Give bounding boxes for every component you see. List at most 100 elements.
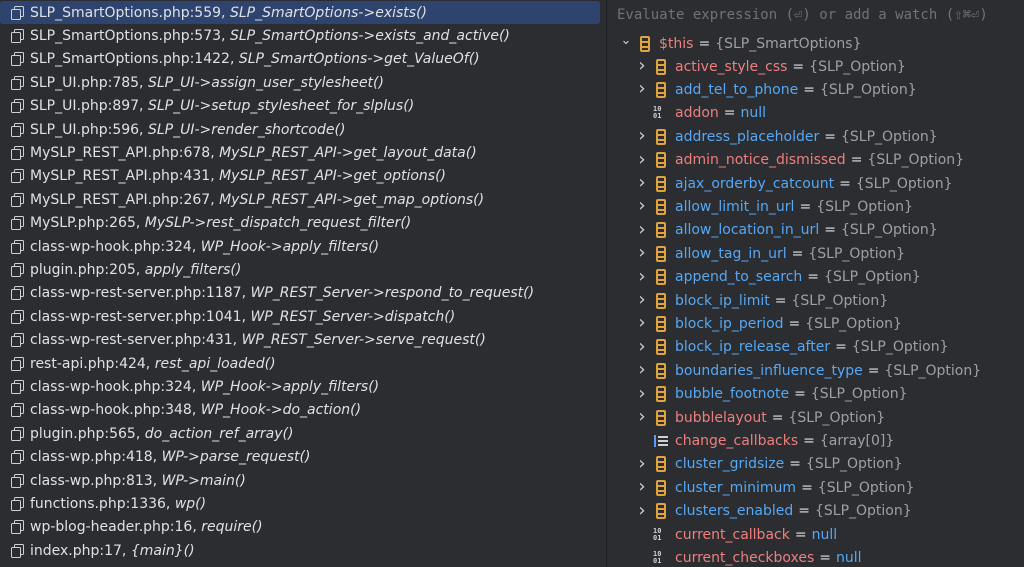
variable-name: block_ip_release_after [675, 339, 831, 356]
object-icon [656, 362, 666, 379]
chevron-right-icon[interactable]: › [635, 242, 649, 263]
variable-row[interactable]: › cluster_gridsize = {SLP_Option} [635, 453, 902, 476]
object-icon [656, 339, 666, 356]
chevron-right-icon[interactable]: › [635, 359, 649, 380]
variable-row[interactable]: › append_to_search = {SLP_Option} [635, 266, 920, 289]
chevron-right-icon[interactable]: › [635, 266, 649, 287]
stack-frame[interactable]: SLP_UI.php:897, SLP_UI->setup_stylesheet… [0, 95, 600, 118]
chevron-right-icon[interactable]: › [635, 55, 649, 76]
variable-row[interactable]: 10 01 current_checkboxes = null [635, 546, 862, 567]
variable-row[interactable]: › add_tel_to_phone = {SLP_Option} [635, 78, 916, 101]
variable-name: bubble_footnote [675, 386, 790, 403]
variable-row[interactable]: › cluster_minimum = {SLP_Option} [635, 476, 914, 499]
frame-file-location: MySLP_REST_API.php:678, [30, 144, 215, 161]
stack-frame[interactable]: MySLP_REST_API.php:678, MySLP_REST_API->… [0, 141, 600, 164]
equals-sign: = [798, 503, 810, 520]
variable-row[interactable]: › block_ip_release_after = {SLP_Option} [635, 336, 949, 359]
frame-file-location: SLP_SmartOptions.php:559, [30, 4, 226, 21]
frame-function-name: WP->main() [161, 472, 246, 489]
variables-panel: Evaluate expression (⏎) or add a watch (… [607, 0, 1024, 567]
variable-row[interactable]: › active_style_css = {SLP_Option} [635, 55, 905, 78]
object-icon [656, 292, 666, 309]
evaluate-expression-input[interactable]: Evaluate expression (⏎) or add a watch (… [607, 0, 1024, 30]
variable-value: null [811, 526, 838, 543]
chevron-right-icon[interactable]: › [635, 149, 649, 170]
chevron-right-icon[interactable]: › [635, 383, 649, 404]
stack-frame[interactable]: SLP_SmartOptions.php:1422, SLP_SmartOpti… [0, 48, 600, 71]
equals-sign: = [824, 222, 836, 239]
variable-row[interactable]: 10 01 current_callback = null [635, 523, 837, 546]
call-stack-panel: SLP_SmartOptions.php:559, SLP_SmartOptio… [0, 0, 606, 567]
frame-file-location: class-wp.php:418, [30, 449, 158, 466]
stack-frame[interactable]: class-wp.php:418, WP->parse_request() [0, 446, 600, 469]
equals-sign: = [850, 152, 863, 169]
equals-sign: = [774, 292, 787, 309]
chevron-right-icon[interactable]: › [635, 500, 649, 521]
variable-row[interactable]: › ajax_orderby_catcount = {SLP_Option} [635, 172, 952, 195]
stack-frame[interactable]: index.php:17, {main}() [0, 539, 600, 562]
frame-function-name: WP_REST_Server->dispatch() [250, 308, 456, 325]
variable-row[interactable]: › bubble_footnote = {SLP_Option} [635, 383, 907, 406]
chevron-right-icon[interactable]: › [635, 172, 649, 193]
chevron-right-icon[interactable]: › [635, 289, 649, 310]
stack-frame[interactable]: plugin.php:565, do_action_ref_array() [0, 422, 600, 445]
variable-name: append_to_search [675, 269, 803, 286]
frame-file-location: MySLP_REST_API.php:267, [30, 191, 215, 208]
variable-row[interactable]: › allow_location_in_url = {SLP_Option} [635, 219, 937, 242]
frame-function-name: wp() [174, 495, 207, 512]
variable-row[interactable]: change_callbacks = {array[0]} [635, 429, 894, 452]
chevron-right-icon[interactable]: › [635, 312, 649, 333]
equals-sign: = [803, 81, 815, 98]
chevron-right-icon[interactable]: › [635, 336, 649, 357]
chevron-right-icon[interactable]: › [635, 406, 649, 427]
stack-frame[interactable]: class-wp-hook.php:324, WP_Hook->apply_fi… [0, 375, 600, 398]
stack-frame[interactable]: class-wp-rest-server.php:1041, WP_REST_S… [0, 305, 600, 328]
object-icon [656, 81, 666, 98]
chevron-right-icon[interactable]: › [635, 195, 649, 216]
chevron-right-icon[interactable]: › [635, 78, 649, 99]
frame-function-name: SLP_SmartOptions->get_ValueOf() [238, 51, 480, 68]
stack-frame[interactable]: rest-api.php:424, rest_api_loaded() [0, 352, 600, 375]
stack-frame[interactable]: class-wp-hook.php:324, WP_Hook->apply_fi… [0, 235, 600, 258]
equals-sign: = [819, 549, 832, 566]
equals-sign: = [835, 339, 847, 356]
frame-icon [10, 356, 24, 371]
stack-frame[interactable]: MySLP.php:265, MySLP->rest_dispatch_requ… [0, 212, 600, 235]
stack-frame[interactable]: wp-blog-header.php:16, require() [0, 516, 600, 539]
stack-frame[interactable]: SLP_SmartOptions.php:559, SLP_SmartOptio… [0, 1, 600, 24]
stack-frame[interactable]: class-wp.php:813, WP->main() [0, 469, 600, 492]
frame-file-location: MySLP_REST_API.php:431, [30, 168, 215, 185]
stack-frame[interactable]: MySLP_REST_API.php:431, MySLP_REST_API->… [0, 165, 600, 188]
variable-row[interactable]: › block_ip_period = {SLP_Option} [635, 312, 902, 335]
variable-row[interactable]: › admin_notice_dismissed = {SLP_Option} [635, 149, 964, 172]
frame-icon [10, 122, 24, 137]
stack-frame[interactable]: SLP_UI.php:596, SLP_UI->render_shortcode… [0, 118, 600, 141]
stack-frame[interactable]: SLP_SmartOptions.php:573, SLP_SmartOptio… [0, 24, 600, 47]
stack-frame[interactable]: class-wp-rest-server.php:1187, WP_REST_S… [0, 282, 600, 305]
variable-row[interactable]: 10 01 addon = null [635, 102, 766, 125]
variable-row[interactable]: › boundaries_influence_type = {SLP_Option} [635, 359, 981, 382]
frame-icon [10, 28, 24, 43]
variable-row[interactable]: › allow_tag_in_url = {SLP_Option} [635, 242, 905, 265]
variable-name: allow_tag_in_url [675, 245, 787, 262]
variable-root-this[interactable]: ⌄ $this = {SLP_SmartOptions} [619, 32, 862, 55]
variable-row[interactable]: › address_placeholder = {SLP_Option} [635, 125, 937, 148]
variable-row[interactable]: › bubblelayout = {SLP_Option} [635, 406, 885, 429]
chevron-right-icon[interactable]: › [635, 453, 649, 474]
stack-frame[interactable]: class-wp-hook.php:348, WP_Hook->do_actio… [0, 399, 600, 422]
chevron-right-icon[interactable]: › [635, 125, 649, 146]
stack-frame[interactable]: class-wp-rest-server.php:431, WP_REST_Se… [0, 329, 600, 352]
variable-row[interactable]: › block_ip_limit = {SLP_Option} [635, 289, 888, 312]
variable-row[interactable]: › allow_limit_in_url = {SLP_Option} [635, 195, 912, 218]
variable-value: {SLP_Option} [791, 292, 889, 309]
variable-row[interactable]: › clusters_enabled = {SLP_Option} [635, 500, 911, 523]
stack-frame[interactable]: functions.php:1336, wp() [0, 492, 600, 515]
primitive-icon: 10 01 [653, 526, 662, 542]
stack-frame[interactable]: SLP_UI.php:785, SLP_UI->assign_user_styl… [0, 71, 600, 94]
stack-frame[interactable]: plugin.php:205, apply_filters() [0, 258, 600, 281]
chevron-right-icon[interactable]: › [635, 476, 649, 497]
chevron-right-icon[interactable]: › [635, 219, 649, 240]
chevron-down-icon[interactable]: ⌄ [619, 33, 633, 48]
stack-frame[interactable]: MySLP_REST_API.php:267, MySLP_REST_API->… [0, 188, 600, 211]
variable-value: {SLP_Option} [851, 339, 949, 356]
